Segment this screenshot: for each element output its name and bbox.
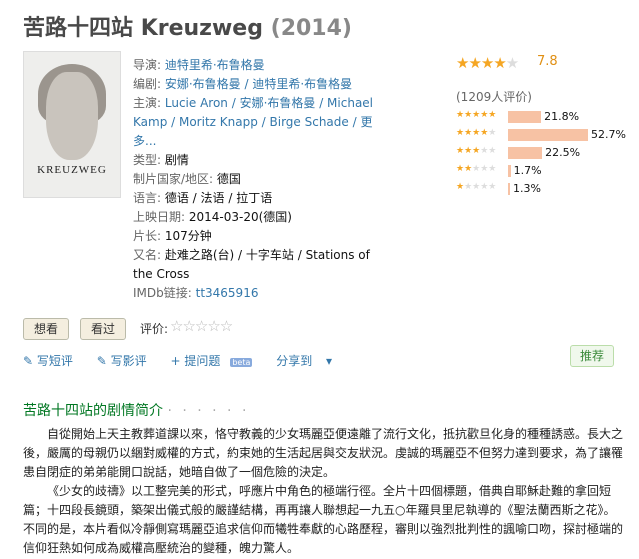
rating-bar <box>508 111 542 123</box>
info-value: 德国 <box>216 172 241 186</box>
rating-bar-row: ★★★★★ 21.8% <box>456 108 631 126</box>
info-row: 主演: Lucie Aron / 安娜·布鲁格曼 / Michael Kamp … <box>133 94 378 151</box>
share-label: 分享到 <box>276 354 313 368</box>
info-row: 语言: 德语 / 法语 / 拉丁语 <box>133 189 378 208</box>
rating-breakdown: ★★★★★ 21.8% ★★★★★ 52.7% ★★★★★ 22.5% ★★★★★ 1.7% ★… <box>456 108 631 198</box>
rating-bar-row: ★★★★★ 1.3% <box>456 180 631 198</box>
movie-title: 苦路十四站 Kreuzweg (2014) <box>23 10 352 42</box>
recommend-button[interactable]: 推荐 <box>570 345 614 367</box>
summary-dots: · · · · · · <box>167 403 250 419</box>
movie-year: (2014) <box>270 16 352 41</box>
share-link[interactable]: 分享到 ▾ <box>276 354 342 368</box>
poster-image[interactable]: KREUZWEG <box>23 51 121 198</box>
info-value: 剧情 <box>164 153 189 167</box>
info-key: 类型: <box>133 153 165 167</box>
rating-bar-percent: 52.7% <box>591 128 626 141</box>
rate-label: 评价: <box>140 322 169 336</box>
cn-title: 苦路十四站 <box>23 16 134 41</box>
summary-paragraph-1: 自從開始上天主教葬道課以來，恪守教義的少女瑪麗亞便遠離了流行文化，抵抗歡旦化身的… <box>23 427 624 479</box>
rating-votes[interactable]: (1209人评价) <box>456 88 532 105</box>
info-key: 片长: <box>133 229 165 243</box>
rating-bar-percent: 1.7% <box>513 164 542 177</box>
rating-bar-percent: 21.8% <box>544 110 580 123</box>
rating-bar <box>508 165 511 177</box>
info-value[interactable]: 安娜·布鲁格曼 / 迪特里希·布鲁格曼 <box>165 77 352 91</box>
info-row: 制片国家/地区: 德国 <box>133 170 378 189</box>
rating-bar-stars: ★★★★★ <box>456 128 497 138</box>
summary-text: 自從開始上天主教葬道課以來，恪守教義的少女瑪麗亞便遠離了流行文化，抵抗歡旦化身的… <box>23 425 623 558</box>
rating-bar-stars: ★★★★★ <box>456 164 497 174</box>
info-row: 类型: 剧情 <box>133 151 378 170</box>
rating-bar <box>508 183 510 195</box>
info-value[interactable]: tt3465916 <box>196 286 259 300</box>
rating-bar-row: ★★★★★ 52.7% <box>456 126 631 144</box>
summary-title: 苦路十四站的剧情简介 · · · · · · <box>23 400 249 420</box>
summary-paragraph-2: 《少女的歧禱》以工整完美的形式，呼應片中角色的極端行徑。全片十四個標題，借典自耶… <box>23 484 624 555</box>
rating-bar-row: ★★★★★ 1.7% <box>456 162 631 180</box>
info-key: 导演: <box>133 58 165 72</box>
info-row: 又名: 赴难之路(台) / 十字车站 / Stations of the Cro… <box>133 246 378 284</box>
chevron-down-icon: ▾ <box>326 354 333 368</box>
info-row: 导演: 迪特里希·布鲁格曼 <box>133 56 378 75</box>
info-row: 片长: 107分钟 <box>133 227 378 246</box>
rating-bar-stars: ★★★★★ <box>456 182 497 192</box>
rating-bar <box>508 129 588 141</box>
rating-score: 7.8 <box>537 54 558 69</box>
rating-bar-percent: 1.3% <box>512 182 541 195</box>
write-review-link[interactable]: ✎ 写影评 <box>97 354 157 368</box>
poster-face <box>46 72 98 160</box>
movie-info: 导演: 迪特里希·布鲁格曼 编剧: 安娜·布鲁格曼 / 迪特里希·布鲁格曼 主演: … <box>133 56 378 303</box>
info-key: 主演: <box>133 96 165 110</box>
write-short-label: 写短评 <box>36 354 73 368</box>
info-value: 107分钟 <box>164 229 212 243</box>
write-short-link[interactable]: ✎ 写短评 <box>23 354 83 368</box>
info-key: 语言: <box>133 191 165 205</box>
info-key: 上映日期: <box>133 210 189 224</box>
info-key: 编剧: <box>133 77 165 91</box>
summary-heading: 苦路十四站的剧情简介 <box>23 403 163 419</box>
info-key: IMDb链接: <box>133 286 196 300</box>
info-value: 2014-03-20(德国) <box>188 210 292 224</box>
info-value[interactable]: 迪特里希·布鲁格曼 <box>165 58 265 72</box>
rating-bar <box>508 147 543 159</box>
seen-button[interactable]: 看过 <box>80 318 126 340</box>
info-row: IMDb链接: tt3465916 <box>133 284 378 303</box>
rating-bar-percent: 22.5% <box>545 146 581 159</box>
info-value[interactable]: Lucie Aron / 安娜·布鲁格曼 / Michael Kamp / Mo… <box>133 96 373 148</box>
ask-question-link[interactable]: + 提问题 beta <box>170 354 262 368</box>
info-row: 编剧: 安娜·布鲁格曼 / 迪特里希·布鲁格曼 <box>133 75 378 94</box>
info-key: 又名: <box>133 248 165 262</box>
en-title: Kreuzweg <box>140 16 263 41</box>
action-bar: ✎ 写短评 ✎ 写影评 + 提问题 beta 分享到 ▾ <box>23 352 352 369</box>
beta-badge: beta <box>230 358 253 367</box>
want-button[interactable]: 想看 <box>23 318 69 340</box>
rating-bar-stars: ★★★★★ <box>456 110 497 120</box>
info-value: 德语 / 法语 / 拉丁语 <box>164 191 273 205</box>
rating-panel: ★★★★★ 7.8 (1209人评价) ★★★★★ 21.8% ★★★★★ 52.7%… <box>456 54 631 195</box>
poster-title: KREUZWEG <box>37 164 107 176</box>
write-review-label: 写影评 <box>110 354 147 368</box>
info-key: 制片国家/地区: <box>133 172 217 186</box>
info-value: 赴难之路(台) / 十字车站 / Stations of the Cross <box>133 248 370 281</box>
ask-label: 提问题 <box>184 354 221 368</box>
rate-stars-input[interactable]: ☆☆☆☆☆ <box>170 317 233 335</box>
rating-bar-stars: ★★★★★ <box>456 146 497 156</box>
rating-bar-row: ★★★★★ 22.5% <box>456 144 631 162</box>
info-row: 上映日期: 2014-03-20(德国) <box>133 208 378 227</box>
